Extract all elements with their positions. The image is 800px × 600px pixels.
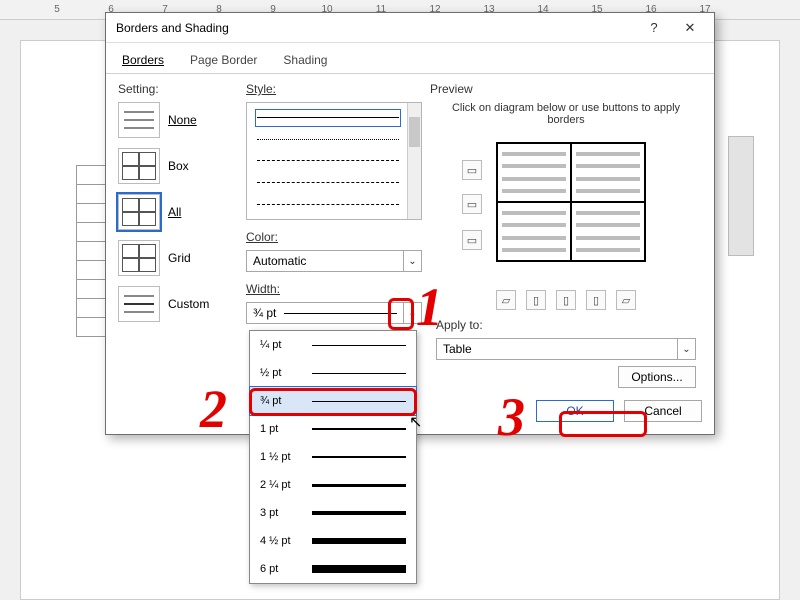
- width-option-label: 1 ½ pt: [260, 451, 302, 463]
- grid-icon: [118, 240, 160, 276]
- width-option-label: ¼ pt: [260, 339, 302, 351]
- options-button[interactable]: Options...: [618, 366, 696, 388]
- border-diag1-button[interactable]: ▱: [496, 290, 516, 310]
- width-option[interactable]: 1 pt: [250, 415, 416, 443]
- table-row-handles: [76, 165, 108, 336]
- none-icon: [118, 102, 160, 138]
- table-right-edge: [728, 136, 754, 256]
- preview-diagram-area: ▭ ▭ ▭: [436, 132, 696, 282]
- width-label: Width:: [246, 282, 422, 296]
- width-option[interactable]: ¼ pt: [250, 331, 416, 359]
- setting-none[interactable]: None: [118, 102, 238, 138]
- tab-strip: Borders Page Border Shading: [106, 43, 714, 74]
- width-option-label: 4 ½ pt: [260, 535, 302, 547]
- ok-button[interactable]: OK: [536, 400, 614, 422]
- width-option-line: [312, 565, 406, 573]
- width-option[interactable]: 6 pt: [250, 555, 416, 583]
- applyto-dropdown[interactable]: Table ⌄: [436, 338, 696, 360]
- width-option-label: 1 pt: [260, 423, 302, 435]
- chevron-down-icon: ⌄: [403, 251, 421, 271]
- style-dashed-medium[interactable]: [257, 176, 399, 190]
- width-option[interactable]: 4 ½ pt: [250, 527, 416, 555]
- width-option-line: [312, 538, 406, 544]
- dialog-title: Borders and Shading: [116, 21, 636, 35]
- width-option[interactable]: 3 pt: [250, 499, 416, 527]
- preview-label: Preview: [430, 82, 702, 96]
- chevron-down-icon: ⌄: [677, 339, 695, 359]
- width-option-line: [312, 373, 406, 374]
- width-option[interactable]: ¾ pt: [250, 387, 416, 415]
- border-right-button[interactable]: ▯: [586, 290, 606, 310]
- width-option-label: 6 pt: [260, 563, 302, 575]
- border-diag2-button[interactable]: ▱: [616, 290, 636, 310]
- style-scrollbar[interactable]: [407, 103, 421, 219]
- border-bottom-button[interactable]: ▭: [462, 230, 482, 250]
- width-option-line: [312, 428, 406, 430]
- setting-all[interactable]: All: [118, 194, 238, 230]
- border-vertical-buttons: ▱ ▯ ▯ ▯ ▱: [430, 290, 702, 316]
- preview-hint: Click on diagram below or use buttons to…: [430, 102, 702, 132]
- cursor-icon: ↖: [409, 412, 422, 432]
- tab-borders[interactable]: Borders: [118, 49, 168, 73]
- border-hmiddle-button[interactable]: ▭: [462, 194, 482, 214]
- border-top-button[interactable]: ▭: [462, 160, 482, 180]
- setting-grid[interactable]: Grid: [118, 240, 238, 276]
- width-dropdown[interactable]: ¾ pt ⌄: [246, 302, 422, 324]
- custom-icon: [118, 286, 160, 322]
- width-option-line: [312, 511, 406, 515]
- setting-box[interactable]: Box: [118, 148, 238, 184]
- style-label: Style:: [246, 82, 422, 96]
- width-option-line: [312, 456, 406, 458]
- all-icon: [118, 194, 160, 230]
- tab-page-border[interactable]: Page Border: [186, 49, 261, 73]
- style-listbox[interactable]: [246, 102, 422, 220]
- box-icon: [118, 148, 160, 184]
- border-left-button[interactable]: ▯: [526, 290, 546, 310]
- close-button[interactable]: ✕: [672, 15, 708, 41]
- width-option[interactable]: ½ pt: [250, 359, 416, 387]
- width-option-line: [312, 484, 406, 487]
- width-option-line: [312, 401, 406, 402]
- help-button[interactable]: ?: [636, 15, 672, 41]
- style-solid[interactable]: [257, 111, 399, 125]
- style-dashed-small[interactable]: [257, 154, 399, 168]
- cancel-button[interactable]: Cancel: [624, 400, 702, 422]
- color-label: Color:: [246, 230, 422, 244]
- width-option-line: [312, 345, 406, 346]
- style-dashdot[interactable]: [257, 197, 399, 211]
- width-option[interactable]: 1 ½ pt: [250, 443, 416, 471]
- width-dropdown-list[interactable]: ¼ pt ½ pt ¾ pt 1 pt 1 ½ pt 2 ¼ pt 3 pt 4 ½ pt 6 …: [249, 330, 417, 584]
- setting-custom[interactable]: Custom: [118, 286, 238, 322]
- width-option-label: 2 ¼ pt: [260, 479, 302, 491]
- chevron-down-icon: ⌄: [403, 303, 421, 323]
- width-option-label: 3 pt: [260, 507, 302, 519]
- border-vmiddle-button[interactable]: ▯: [556, 290, 576, 310]
- width-option-label: ½ pt: [260, 367, 302, 379]
- tab-shading[interactable]: Shading: [279, 49, 331, 73]
- width-option-label: ¾ pt: [260, 395, 302, 407]
- applyto-label: Apply to:: [436, 318, 696, 332]
- style-dotted[interactable]: [257, 132, 399, 146]
- setting-label: Setting:: [118, 82, 238, 96]
- width-option[interactable]: 2 ¼ pt: [250, 471, 416, 499]
- titlebar: Borders and Shading ? ✕: [106, 13, 714, 43]
- color-dropdown[interactable]: Automatic ⌄: [246, 250, 422, 272]
- preview-diagram[interactable]: [496, 142, 646, 262]
